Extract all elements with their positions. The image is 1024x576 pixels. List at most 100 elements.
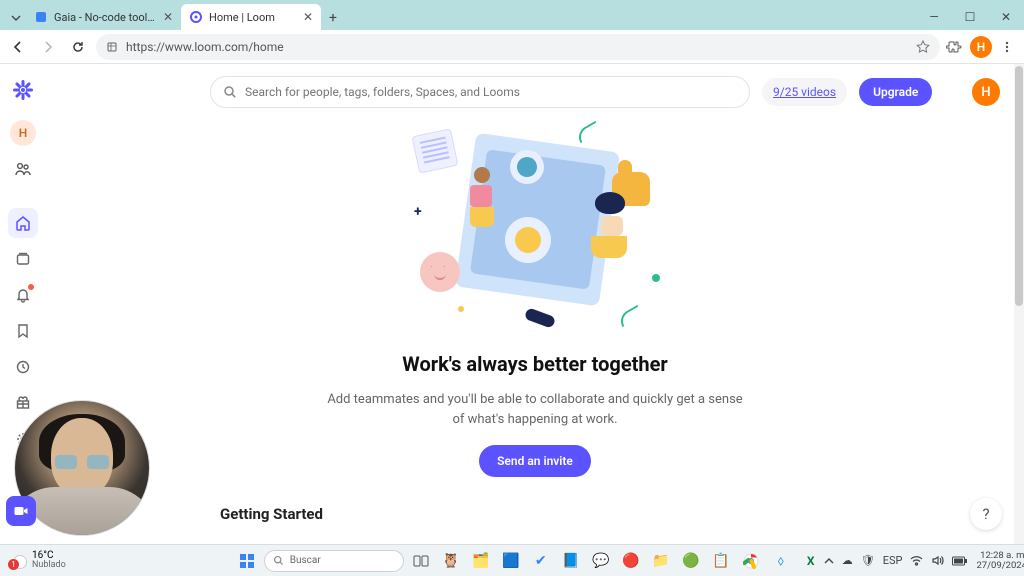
search-input[interactable] bbox=[245, 85, 737, 99]
new-tab-button[interactable]: + bbox=[321, 6, 345, 30]
sidebar-history[interactable] bbox=[8, 352, 38, 382]
menu-icon[interactable] bbox=[1000, 40, 1014, 54]
help-button[interactable]: ? bbox=[970, 498, 1002, 530]
chevron-down-icon bbox=[11, 13, 21, 23]
taskview-icon bbox=[413, 553, 429, 569]
notification-dot bbox=[28, 284, 34, 290]
tab-gaia[interactable]: Gaia - No-code tool to build N… ✕ bbox=[26, 4, 181, 30]
tray-onedrive-icon[interactable]: ☁ bbox=[842, 554, 853, 567]
profile-avatar[interactable]: H bbox=[970, 36, 992, 58]
chrome-icon bbox=[743, 553, 759, 569]
sidebar-home[interactable] bbox=[8, 208, 38, 238]
tray-battery-icon[interactable] bbox=[952, 556, 968, 566]
reload-icon bbox=[71, 40, 85, 54]
forward-button[interactable] bbox=[36, 35, 60, 59]
record-button[interactable] bbox=[6, 496, 36, 526]
search-icon bbox=[223, 85, 237, 99]
tray-chevron[interactable] bbox=[824, 556, 834, 566]
maximize-button[interactable]: ☐ bbox=[952, 4, 988, 30]
taskbar-app-1[interactable]: 🦉 bbox=[438, 549, 464, 573]
scrollbar-thumb[interactable] bbox=[1015, 66, 1023, 306]
taskbar-clock[interactable]: 12:28 a. m. 27/09/2024 bbox=[976, 551, 1024, 571]
chevron-up-icon bbox=[824, 556, 834, 566]
taskbar-search-placeholder: Buscar bbox=[290, 555, 321, 566]
page-scrollbar[interactable] bbox=[1014, 64, 1024, 544]
topbar: 9/25 videos Upgrade H bbox=[70, 76, 1000, 108]
favicon-loom bbox=[189, 10, 203, 24]
toolbar-right: H bbox=[946, 36, 1018, 58]
taskbar-app-6[interactable]: 🔴 bbox=[618, 549, 644, 573]
weather-condition: Nublado bbox=[32, 561, 66, 570]
taskbar-app-4[interactable]: 📘 bbox=[558, 549, 584, 573]
hero-subtitle: Add teammates and you'll be able to coll… bbox=[325, 390, 745, 429]
sidebar-bookmark[interactable] bbox=[8, 316, 38, 346]
task-view-button[interactable] bbox=[408, 549, 434, 573]
taskbar-app-9[interactable]: 📋 bbox=[708, 549, 734, 573]
taskbar-app-3[interactable]: ✔ bbox=[528, 549, 554, 573]
taskbar-app-8[interactable]: 🟢 bbox=[678, 549, 704, 573]
taskbar-app-vscode[interactable]: ⬨ bbox=[768, 549, 794, 573]
hero-illustration: + bbox=[410, 122, 660, 332]
gift-icon bbox=[15, 395, 31, 411]
clock-icon bbox=[15, 359, 31, 375]
taskbar-app-2[interactable]: 🟦 bbox=[498, 549, 524, 573]
camera-icon bbox=[13, 503, 29, 519]
tab-list-dropdown[interactable] bbox=[6, 6, 26, 30]
tray-security-icon[interactable]: 🛡 bbox=[861, 554, 875, 567]
tab-strip: Gaia - No-code tool to build N… ✕ Home |… bbox=[0, 0, 1024, 30]
send-invite-button[interactable]: Send an invite bbox=[479, 445, 591, 477]
taskbar-right: ☁ 🛡 ESP 12:28 a. m. 27/09/2024 bbox=[824, 551, 1024, 571]
user-avatar[interactable]: H bbox=[972, 78, 1000, 106]
taskbar-app-excel[interactable]: X bbox=[798, 549, 824, 573]
tray-language[interactable]: ESP bbox=[883, 554, 903, 567]
close-window-button[interactable]: ✕ bbox=[988, 4, 1024, 30]
taskbar-search[interactable]: Buscar bbox=[264, 550, 404, 572]
video-count-badge[interactable]: 9/25 videos bbox=[762, 78, 847, 106]
upgrade-button[interactable]: Upgrade bbox=[859, 78, 932, 106]
start-button[interactable] bbox=[234, 549, 260, 573]
close-icon[interactable]: ✕ bbox=[163, 10, 173, 24]
reload-button[interactable] bbox=[66, 35, 90, 59]
bookmark-star-icon[interactable] bbox=[916, 40, 930, 54]
avatar-initial: H bbox=[10, 120, 36, 146]
taskbar-app-chrome[interactable] bbox=[738, 549, 764, 573]
sidebar-notifications[interactable] bbox=[8, 280, 38, 310]
site-info-icon bbox=[106, 41, 118, 53]
window-controls: — ☐ ✕ bbox=[916, 4, 1024, 30]
sidebar-gift[interactable] bbox=[8, 388, 38, 418]
weather-icon: 1 bbox=[8, 552, 26, 570]
time-value: 12:28 a. m. bbox=[976, 551, 1024, 561]
browser-toolbar: https://www.loom.com/home H bbox=[0, 30, 1024, 64]
tab-title: Home | Loom bbox=[209, 11, 297, 24]
weather-badge: 1 bbox=[8, 559, 19, 570]
tab-loom[interactable]: Home | Loom ✕ bbox=[181, 4, 321, 30]
taskbar: 1 16°C Nublado Buscar 🦉 🗂️ 🟦 ✔ 📘 💬 🔴 📁 🟢… bbox=[0, 544, 1024, 576]
home-icon bbox=[15, 215, 31, 231]
main: 9/25 videos Upgrade H + bbox=[46, 64, 1024, 544]
people-icon bbox=[14, 160, 32, 178]
getting-started-heading: Getting Started bbox=[220, 505, 1000, 523]
tray-volume-icon[interactable] bbox=[931, 554, 944, 567]
taskbar-app-5[interactable]: 💬 bbox=[588, 549, 614, 573]
sidebar-people[interactable] bbox=[8, 154, 38, 184]
loom-logo[interactable] bbox=[11, 78, 35, 102]
taskbar-app-7[interactable]: 📁 bbox=[648, 549, 674, 573]
sidebar-library[interactable] bbox=[8, 244, 38, 274]
windows-icon bbox=[239, 553, 255, 569]
hero-section: + Work's always better together Add team… bbox=[70, 122, 1000, 477]
search-bar[interactable] bbox=[210, 76, 750, 108]
page-content: H + bbox=[0, 64, 1024, 544]
extensions-icon[interactable] bbox=[946, 39, 962, 55]
address-bar[interactable]: https://www.loom.com/home bbox=[96, 34, 940, 60]
taskbar-weather[interactable]: 1 16°C Nublado bbox=[0, 551, 74, 570]
url-text: https://www.loom.com/home bbox=[126, 40, 284, 54]
taskbar-app-explorer[interactable]: 🗂️ bbox=[468, 549, 494, 573]
back-button[interactable] bbox=[6, 35, 30, 59]
bookmark-icon bbox=[15, 323, 31, 339]
library-icon bbox=[15, 251, 31, 267]
favicon-gaia bbox=[34, 10, 48, 24]
minimize-button[interactable]: — bbox=[916, 4, 952, 30]
close-icon[interactable]: ✕ bbox=[303, 10, 313, 24]
tray-wifi-icon[interactable] bbox=[910, 554, 923, 567]
sidebar-workspace-avatar[interactable]: H bbox=[8, 118, 38, 148]
